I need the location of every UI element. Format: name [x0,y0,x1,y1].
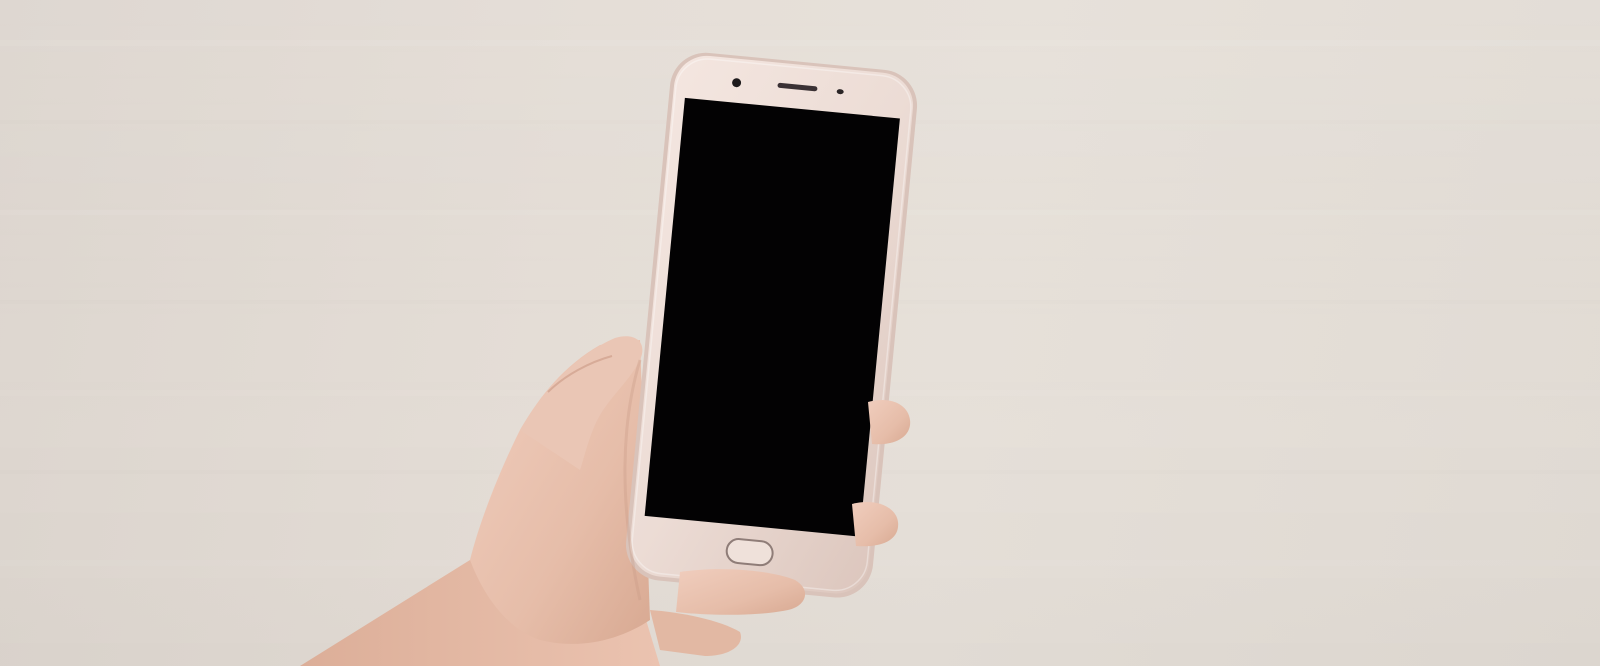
scene-illustration [0,0,1600,666]
phone-screen [644,97,900,537]
photo-scene [0,0,1600,666]
home-button-icon[interactable] [725,538,774,567]
